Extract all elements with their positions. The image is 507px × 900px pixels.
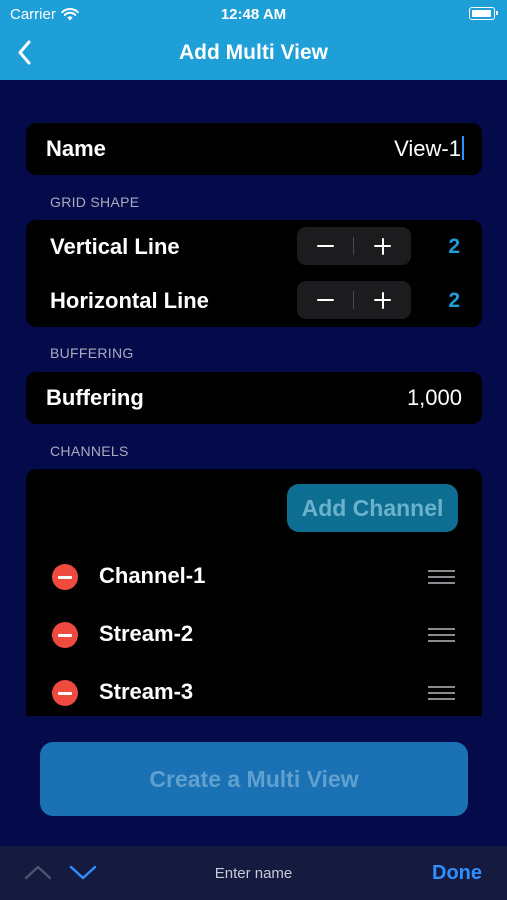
drag-handle-icon[interactable] (428, 628, 455, 642)
grid-shape-header: GRID SHAPE (50, 194, 140, 210)
vertical-line-stepper[interactable] (297, 227, 411, 265)
list-item[interactable]: Stream-3 (26, 667, 482, 719)
plus-icon[interactable] (354, 281, 411, 319)
vertical-line-value: 2 (448, 235, 460, 258)
delete-icon[interactable] (52, 680, 78, 706)
channels-header: CHANNELS (50, 443, 129, 459)
name-field[interactable]: View-1 (394, 136, 464, 162)
done-button[interactable]: Done (432, 862, 482, 885)
vertical-line-label: Vertical Line (50, 234, 180, 259)
horizontal-line-stepper[interactable] (297, 281, 411, 319)
list-item[interactable]: Stream-2 (26, 609, 482, 661)
battery-icon (469, 7, 498, 20)
buffering-header: BUFFERING (50, 345, 134, 361)
buffering-value[interactable]: 1,000 (407, 385, 462, 411)
add-channel-button[interactable]: Add Channel (287, 484, 458, 532)
horizontal-line-value: 2 (448, 289, 460, 312)
channel-name: Stream-3 (99, 679, 194, 704)
page-title: Add Multi View (179, 41, 328, 64)
name-label: Name (46, 136, 106, 161)
buffering-label: Buffering (46, 385, 144, 410)
horizontal-line-label: Horizontal Line (50, 288, 209, 313)
drag-handle-icon[interactable] (428, 570, 455, 584)
channel-name: Channel-1 (99, 563, 206, 588)
input-hint: Enter name (214, 865, 293, 882)
drag-handle-icon[interactable] (428, 686, 455, 700)
minus-icon[interactable] (297, 227, 354, 265)
channel-name: Stream-2 (99, 621, 194, 646)
delete-icon[interactable] (52, 622, 78, 648)
name-card: Name View-1 (26, 123, 482, 175)
text-cursor (462, 136, 464, 160)
name-field-value: View-1 (394, 136, 461, 161)
list-item[interactable]: Channel-1 (26, 551, 482, 603)
buffering-card[interactable]: Buffering 1,000 (26, 372, 482, 424)
minus-icon[interactable] (297, 281, 354, 319)
status-bar: Carrier 12:48 AM (0, 0, 507, 28)
plus-icon[interactable] (354, 227, 411, 265)
status-time: 12:48 AM (220, 6, 287, 23)
create-multi-view-button[interactable]: Create a Multi View (40, 742, 468, 816)
keyboard-toolbar: Enter name Done (0, 846, 507, 900)
delete-icon[interactable] (52, 564, 78, 590)
navigation-bar: Add Multi View (0, 28, 507, 80)
